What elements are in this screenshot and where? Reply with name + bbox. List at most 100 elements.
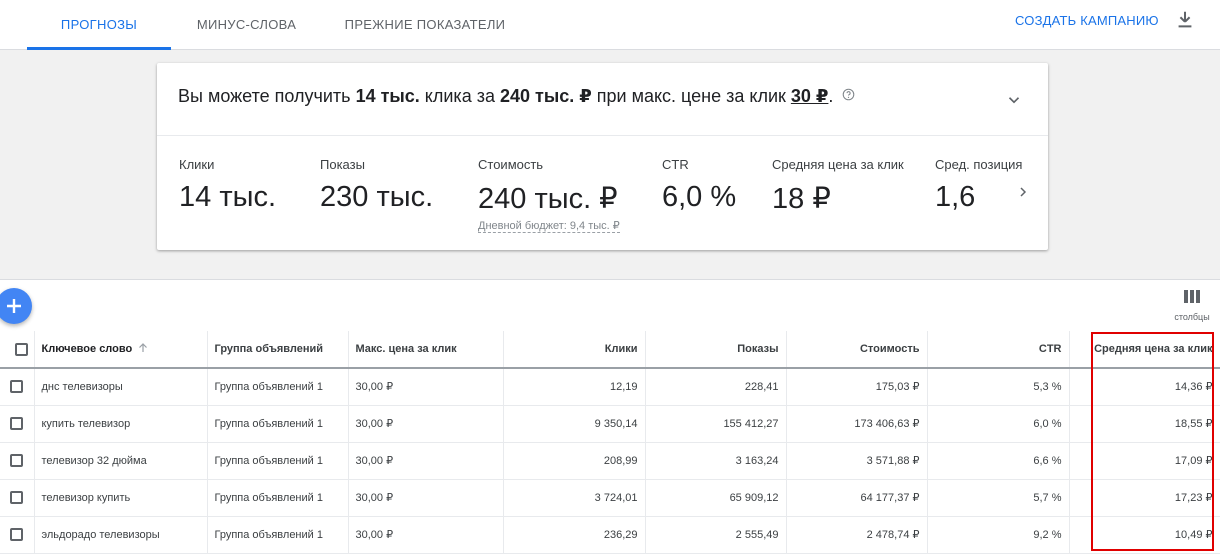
row-select-cell <box>0 516 35 554</box>
row-select-cell <box>0 368 35 406</box>
metric-impressions: Показы 230 тыс. <box>320 157 433 214</box>
avg-cpc-cell: 17,09 ₽ <box>1069 442 1220 480</box>
max-cpc-cell[interactable]: 30,00 ₽ <box>348 405 504 443</box>
column-header-avg-cpc[interactable]: Средняя цена за клик <box>1069 331 1220 369</box>
cost-cell: 2 478,74 ₽ <box>786 516 928 554</box>
avg-cpc-cell: 17,23 ₽ <box>1069 479 1220 517</box>
metric-label: Клики <box>179 157 215 172</box>
daily-budget-link[interactable]: Дневной бюджет: 9,4 тыс. ₽ <box>478 219 620 233</box>
table-row: днс телевизоры Группа объявлений 1 30,00 ₽… <box>0 368 1220 406</box>
keyword-cell[interactable]: телевизор купить <box>34 479 208 517</box>
tab-forecasts[interactable]: Прогнозы <box>27 0 171 50</box>
column-header-ctr[interactable]: CTR <box>927 331 1070 369</box>
headline-text: . <box>828 86 834 106</box>
clicks-cell: 208,99 <box>503 442 646 480</box>
row-checkbox[interactable] <box>10 491 23 504</box>
metric-clicks: Клики 14 тыс. <box>179 157 276 214</box>
metric-value: 18 ₽ <box>772 183 831 215</box>
impressions-cell: 3 163,24 <box>645 442 787 480</box>
avg-cpc-cell: 10,49 ₽ <box>1069 516 1220 554</box>
ctr-cell: 6,0 % <box>927 405 1070 443</box>
headline-cost: 240 тыс. ₽ <box>499 86 592 106</box>
clicks-cell: 236,29 <box>503 516 646 554</box>
ad-group-cell[interactable]: Группа объявлений 1 <box>207 516 349 554</box>
columns-label: столбцы <box>1174 312 1210 322</box>
clicks-cell: 9 350,14 <box>503 405 646 443</box>
tab-historical-metrics[interactable]: Прежние показатели <box>331 0 519 49</box>
max-cpc-cell[interactable]: 30,00 ₽ <box>348 368 504 406</box>
cost-cell: 3 571,88 ₽ <box>786 442 928 480</box>
metric-ctr: CTR 6,0 % <box>662 157 736 214</box>
column-header-keyword[interactable]: Ключевое слово <box>34 331 208 369</box>
ctr-cell: 6,6 % <box>927 442 1070 480</box>
row-checkbox[interactable] <box>10 417 23 430</box>
row-select-cell <box>0 405 35 443</box>
column-header-ad-group[interactable]: Группа объявлений <box>207 331 349 369</box>
keywords-table-area: столбцы Ключевое слово Группа объявлений… <box>0 279 1220 557</box>
max-cpc-cell[interactable]: 30,00 ₽ <box>348 442 504 480</box>
metric-avg-cpc: Средняя цена за клик 18 ₽ <box>772 157 904 216</box>
avg-cpc-cell: 18,55 ₽ <box>1069 405 1220 443</box>
sort-arrow-up-icon <box>139 343 148 352</box>
table-row: телевизор купить Группа объявлений 1 30,00… <box>0 479 1220 517</box>
headline-clicks: 14 тыс. <box>355 86 420 106</box>
table-row: телевизор 32 дюйма Группа объявлений 1 30,… <box>0 442 1220 480</box>
chevron-right-icon[interactable] <box>1015 184 1031 200</box>
impressions-cell: 228,41 <box>645 368 787 406</box>
top-bar: Прогнозы Минус-слова Прежние показатели … <box>0 0 1220 50</box>
cost-cell: 64 177,37 ₽ <box>786 479 928 517</box>
column-header-clicks[interactable]: Клики <box>503 331 646 369</box>
forecast-summary-card: Вы можете получить 14 тыс. клика за 240 … <box>157 63 1048 250</box>
metric-value: 1,6 <box>935 181 976 213</box>
clicks-cell: 12,19 <box>503 368 646 406</box>
max-cpc-cell[interactable]: 30,00 ₽ <box>348 479 504 517</box>
keyword-cell[interactable]: днс телевизоры <box>34 368 208 406</box>
help-icon[interactable] <box>842 88 855 101</box>
metric-avg-position: Сред. позиция 1,6 <box>935 157 1025 214</box>
keywords-table: Ключевое слово Группа объявлений Макс. ц… <box>0 331 1220 554</box>
ad-group-cell[interactable]: Группа объявлений 1 <box>207 405 349 443</box>
keyword-cell[interactable]: эльдорадо телевизоры <box>34 516 208 554</box>
impressions-cell: 65 909,12 <box>645 479 787 517</box>
chevron-down-icon[interactable] <box>1005 91 1023 109</box>
column-header-label: Ключевое слово <box>41 343 133 355</box>
create-campaign-link[interactable]: Создать кампанию <box>1015 13 1159 28</box>
row-checkbox[interactable] <box>10 528 23 541</box>
row-checkbox[interactable] <box>10 454 23 467</box>
columns-button[interactable]: столбцы <box>1170 290 1214 322</box>
add-keyword-button[interactable] <box>0 288 32 324</box>
keyword-cell[interactable]: купить телевизор <box>34 405 208 443</box>
tab-negative-keywords[interactable]: Минус-слова <box>180 0 313 49</box>
metric-label: Сред. позиция <box>935 157 1023 172</box>
ad-group-cell[interactable]: Группа объявлений 1 <box>207 368 349 406</box>
avg-cpc-cell: 14,36 ₽ <box>1069 368 1220 406</box>
column-header-max-cpc[interactable]: Макс. цена за клик <box>348 331 504 369</box>
row-checkbox[interactable] <box>10 380 23 394</box>
keyword-cell[interactable]: телевизор 32 дюйма <box>34 442 208 480</box>
headline-text: клика за <box>419 86 500 106</box>
select-all-checkbox[interactable] <box>15 342 29 356</box>
column-header-cost[interactable]: Стоимость <box>786 331 928 369</box>
columns-icon <box>1184 290 1200 303</box>
cost-cell: 175,03 ₽ <box>786 368 928 406</box>
cost-cell: 173 406,63 ₽ <box>786 405 928 443</box>
row-select-cell <box>0 442 35 480</box>
row-select-cell <box>0 479 35 517</box>
metric-label: CTR <box>662 157 689 172</box>
max-cpc-cell[interactable]: 30,00 ₽ <box>348 516 504 554</box>
headline-text: Вы можете получить <box>178 86 356 106</box>
table-header-row: Ключевое слово Группа объявлений Макс. ц… <box>0 331 1220 369</box>
ctr-cell: 5,7 % <box>927 479 1070 517</box>
clicks-cell: 3 724,01 <box>503 479 646 517</box>
ad-group-cell[interactable]: Группа объявлений 1 <box>207 479 349 517</box>
impressions-cell: 2 555,49 <box>645 516 787 554</box>
column-header-impressions[interactable]: Показы <box>645 331 787 369</box>
metric-cost: Стоимость 240 тыс. ₽ Дневной бюджет: 9,4… <box>478 157 620 234</box>
ad-group-cell[interactable]: Группа объявлений 1 <box>207 442 349 480</box>
headline-max-cpc[interactable]: 30 ₽ <box>791 86 829 106</box>
metric-label: Стоимость <box>478 157 544 172</box>
ctr-cell: 5,3 % <box>927 368 1070 406</box>
download-icon[interactable] <box>1174 9 1196 31</box>
select-all-cell <box>0 331 35 369</box>
forecast-headline: Вы можете получить 14 тыс. клика за 240 … <box>178 86 855 107</box>
